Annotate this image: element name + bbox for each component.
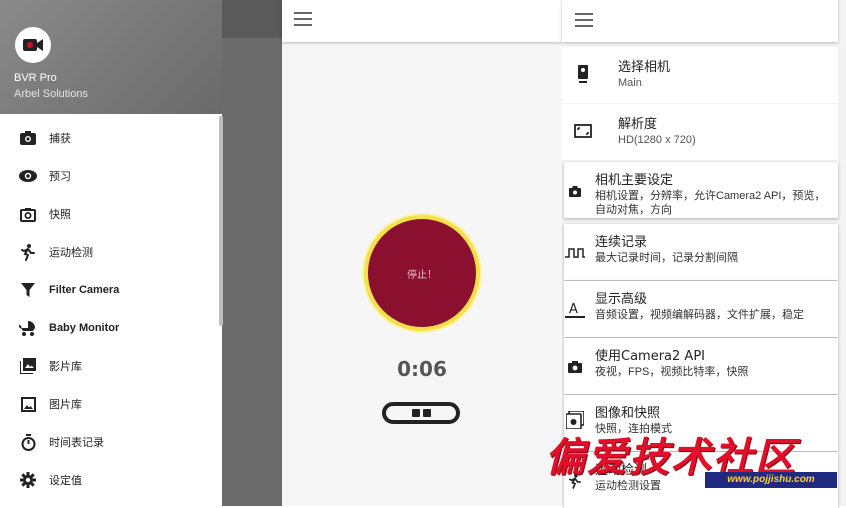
nav-item-label: 影片库 — [49, 361, 82, 373]
setting-title: 图像和快照 — [595, 406, 661, 421]
setting-display-advanced[interactable]: A 显示高级 音频设置，视频编解码器，文件扩展，稳定 — [564, 281, 838, 337]
stop-button-label: 停止！ — [407, 269, 437, 281]
eye-icon — [19, 167, 37, 185]
hamburger-menu-icon[interactable] — [294, 12, 312, 26]
watermark-url: www.pojjishu.com — [705, 472, 837, 488]
gear-icon — [19, 471, 37, 489]
svg-text:A: A — [569, 302, 578, 317]
setting-continuous-recording[interactable]: 连续记录 最大记录时间，记录分割间隔 — [564, 224, 838, 280]
resolution-icon — [574, 122, 592, 140]
app-name: BVR Pro — [14, 72, 57, 84]
recorder-toolbar — [282, 0, 562, 42]
nav-item-filter-camera[interactable]: Filter Camera — [0, 272, 222, 308]
image-library-icon — [19, 395, 37, 413]
nav-item-label: Filter Camera — [49, 284, 120, 296]
navigation-drawer: BVR Pro Arbel Solutions 捕获 预习 快照 运动检测 Fi… — [0, 0, 222, 506]
nav-item-label: Baby Monitor — [49, 322, 120, 334]
running-person-icon — [19, 243, 37, 261]
app-company: Arbel Solutions — [14, 88, 88, 100]
filter-icon — [19, 281, 37, 299]
nav-item-label: 快照 — [49, 209, 71, 221]
camera-snapshot-icon — [19, 205, 37, 223]
text-format-icon: A — [564, 301, 586, 319]
nav-item-settings[interactable]: 设定值 — [0, 462, 222, 498]
setting-title: 使用Camera2 API — [595, 349, 705, 364]
settings-toolbar — [562, 0, 838, 42]
setting-title: 连续记录 — [595, 235, 648, 250]
setting-title: 选择相机 — [618, 60, 671, 75]
camera-icon — [19, 129, 37, 147]
setting-value: Main — [618, 77, 642, 89]
nav-item-label: 捕获 — [49, 133, 71, 145]
nav-item-baby-monitor[interactable]: Baby Monitor — [0, 310, 222, 346]
nav-item-schedule-recording[interactable]: 时间表记录 — [0, 424, 222, 460]
setting-description: 夜视，FPS，视频比特率，快照 — [595, 366, 749, 378]
setting-title: 解析度 — [618, 117, 658, 132]
nav-item-label: 图片库 — [49, 399, 82, 411]
site-watermark: 偏爱技术社区 www.pojjishu.com — [545, 425, 845, 495]
nav-item-label: 时间表记录 — [49, 437, 104, 449]
nav-item-image-library[interactable]: 图片库 — [0, 386, 222, 422]
app-logo-icon — [15, 27, 51, 63]
setting-description: 音频设置，视频编解码器，文件扩展，稳定 — [595, 309, 804, 321]
setting-title: 相机主要设定 — [595, 173, 674, 188]
drawer-header: BVR Pro Arbel Solutions — [0, 0, 222, 114]
nav-item-label: 设定值 — [49, 475, 82, 487]
setting-camera2-api[interactable]: 使用Camera2 API 夜视，FPS，视频比特率，快照 — [564, 338, 838, 394]
setting-resolution[interactable]: 解析度 HD(1280 x 720) — [562, 104, 838, 160]
nav-item-snapshot[interactable]: 快照 — [0, 196, 222, 232]
drawer-scrollbar[interactable] — [219, 116, 223, 326]
setting-select-camera[interactable]: 选择相机 Main — [562, 47, 838, 103]
video-library-icon — [19, 357, 37, 375]
nav-item-label: 运动检测 — [49, 247, 93, 259]
camera-icon — [566, 182, 584, 200]
phone-camera-icon — [574, 65, 592, 83]
stopwatch-icon — [19, 433, 37, 451]
stop-record-button[interactable]: 停止！ — [364, 215, 480, 331]
setting-camera-main[interactable]: 相机主要设定 相机设置，分辨率，允许Camera2 API，预览，自动对焦，方向 — [564, 162, 838, 218]
setting-value: HD(1280 x 720) — [618, 134, 696, 146]
setting-description: 最大记录时间，记录分割间隔 — [595, 252, 738, 264]
pulse-wave-icon — [564, 244, 586, 262]
camera-icon — [566, 358, 584, 376]
scrim-toolbar — [222, 0, 282, 38]
drawer-screen: BVR Pro Arbel Solutions 捕获 预习 快照 运动检测 Fi… — [0, 0, 282, 506]
recorder-screen: 停止！ 0:06 — [282, 0, 562, 506]
nav-item-preview[interactable]: 预习 — [0, 158, 222, 194]
nav-item-motion-detection[interactable]: 运动检测 — [0, 234, 222, 270]
recording-timer: 0:06 — [397, 357, 447, 381]
hamburger-menu-icon[interactable] — [575, 13, 593, 27]
drawer-scrim[interactable] — [222, 0, 282, 506]
setting-description: 相机设置，分辨率，允许Camera2 API，预览，自动对焦，方向 — [595, 190, 826, 216]
nav-item-capture[interactable]: 捕获 — [0, 120, 222, 156]
stroller-icon — [19, 319, 37, 337]
pause-toggle-icon[interactable] — [382, 402, 460, 424]
nav-item-video-library[interactable]: 影片库 — [0, 348, 222, 384]
setting-title: 显示高级 — [595, 292, 648, 307]
nav-item-label: 预习 — [49, 171, 71, 183]
